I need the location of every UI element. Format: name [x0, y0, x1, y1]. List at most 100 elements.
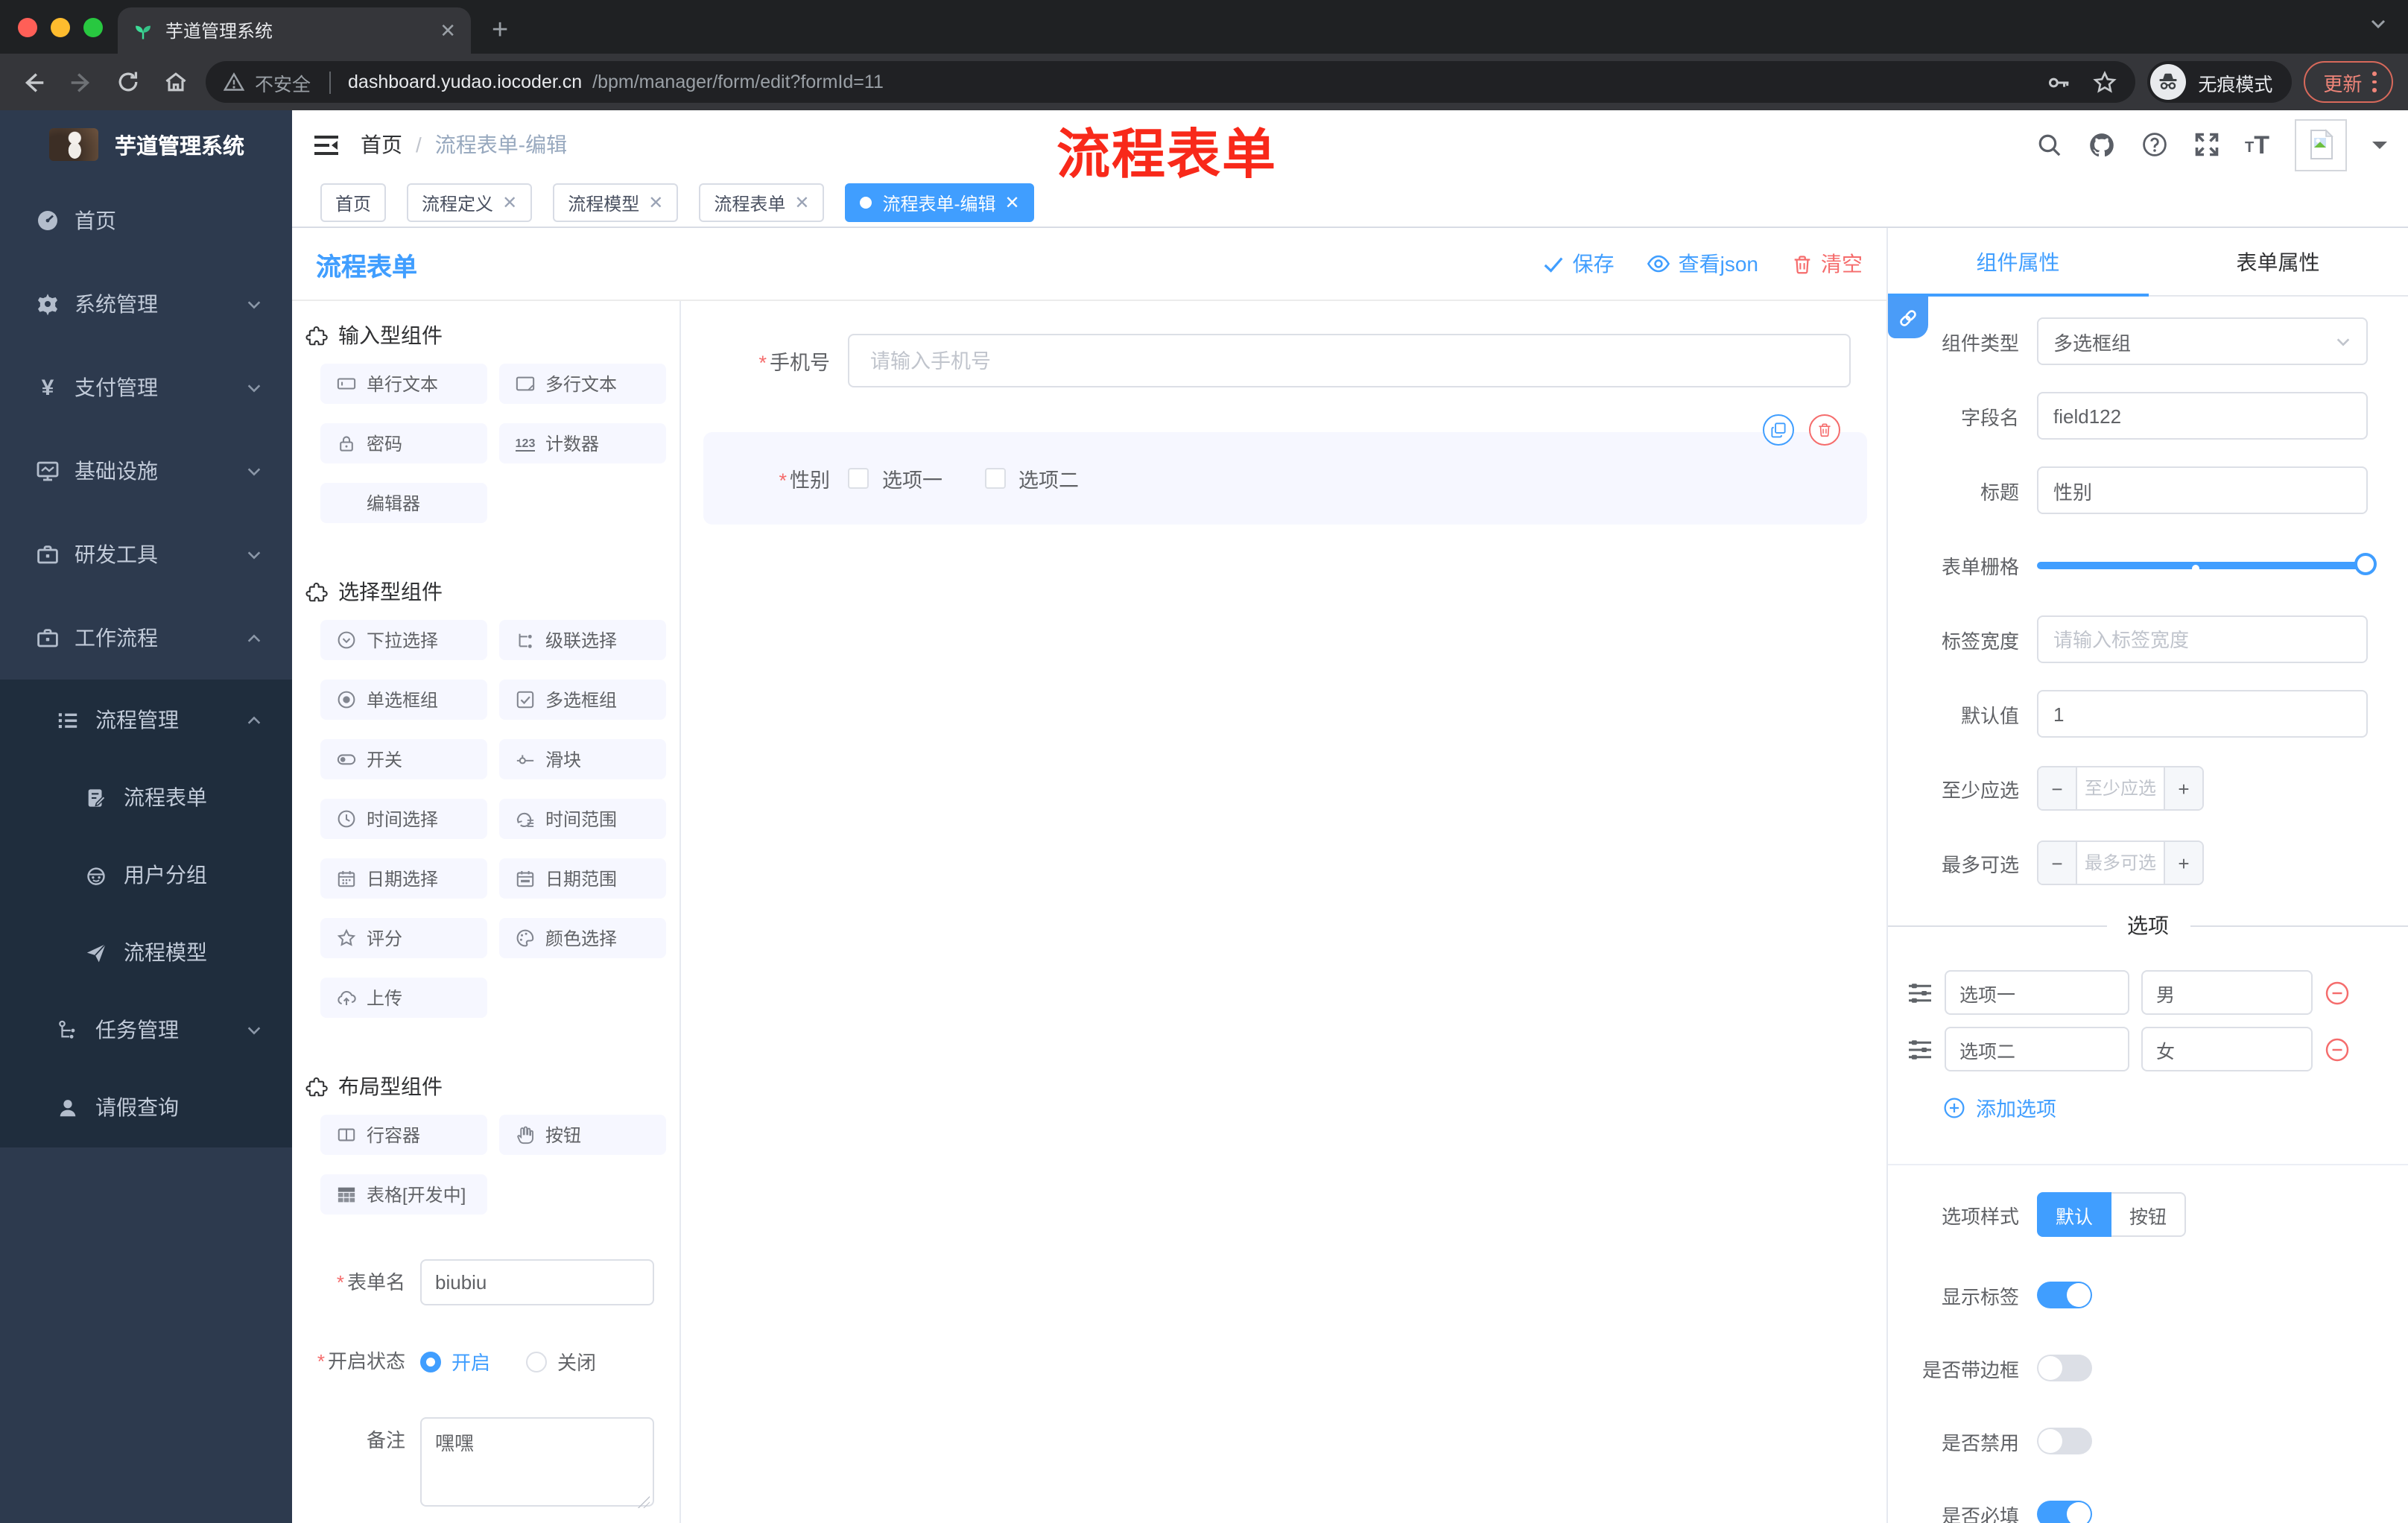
component-editor[interactable]: 编辑器	[320, 483, 487, 523]
grid-slider[interactable]	[2037, 541, 2377, 589]
component-single-line-text[interactable]: 单行文本	[320, 364, 487, 404]
view-json-button[interactable]: 查看json	[1647, 249, 1758, 279]
clear-button[interactable]: 清空	[1791, 249, 1863, 279]
browser-update-button[interactable]: 更新	[2304, 61, 2393, 103]
window-controls[interactable]	[18, 18, 103, 37]
component-counter[interactable]: 123 计数器	[499, 423, 666, 463]
new-tab-button[interactable]: +	[492, 7, 508, 54]
browser-menu-icon[interactable]	[2372, 72, 2377, 92]
font-size-icon[interactable]: TT	[2245, 132, 2269, 157]
browser-tab[interactable]: 芋道管理系统 ✕	[118, 7, 471, 54]
max-select-input[interactable]	[2077, 842, 2164, 884]
component-upload[interactable]: 上传	[320, 978, 487, 1018]
sidebar-item-process-form[interactable]: 流程表单	[0, 759, 292, 836]
field-name-input[interactable]	[2037, 392, 2368, 440]
sidebar-item-system[interactable]: 系统管理	[0, 262, 292, 346]
collapse-sidebar-icon[interactable]	[313, 133, 340, 156]
close-icon[interactable]: ✕	[502, 192, 517, 213]
component-date-range[interactable]: 日期范围	[499, 858, 666, 899]
app-logo[interactable]: 芋道管理系统	[0, 110, 292, 179]
delete-component-button[interactable]	[1809, 414, 1840, 446]
close-icon[interactable]: ✕	[1005, 192, 1020, 213]
zoom-window-button[interactable]	[83, 18, 103, 37]
sidebar-item-process-management[interactable]: 流程管理	[0, 681, 292, 759]
component-multi-line-text[interactable]: 多行文本	[499, 364, 666, 404]
sidebar-item-process-model[interactable]: 流程模型	[0, 914, 292, 991]
help-icon[interactable]	[2141, 131, 2167, 158]
link-tag-button[interactable]	[1888, 297, 1928, 338]
url-field[interactable]: 不安全 dashboard.yudao.iocoder.cn/bpm/manag…	[206, 61, 2136, 103]
sidebar-item-payment[interactable]: ¥ 支付管理	[0, 346, 292, 429]
sidebar-item-leave-query[interactable]: 请假查询	[0, 1068, 292, 1146]
style-button-button[interactable]: 按钮	[2111, 1192, 2186, 1237]
increment-button[interactable]: +	[2164, 842, 2202, 884]
fullscreen-icon[interactable]	[2193, 131, 2220, 158]
show-label-toggle[interactable]	[2037, 1282, 2092, 1308]
password-key-icon[interactable]	[2046, 69, 2071, 95]
default-value-input[interactable]	[2037, 690, 2368, 738]
user-menu-caret-icon[interactable]	[2372, 141, 2387, 156]
forward-icon[interactable]	[63, 68, 98, 96]
route-tab-process-model[interactable]: 流程模型 ✕	[553, 183, 679, 222]
option-label-input[interactable]	[1945, 1027, 2129, 1071]
slider-handle[interactable]	[2354, 553, 2377, 575]
component-type-select[interactable]: 多选框组	[2037, 317, 2368, 365]
tab-close-icon[interactable]: ✕	[440, 19, 456, 42]
component-radio-group[interactable]: 单选框组	[320, 680, 487, 720]
add-option-button[interactable]: 添加选项	[1943, 1092, 2408, 1122]
component-checkbox-group[interactable]: 多选框组	[499, 680, 666, 720]
decrement-button[interactable]: −	[2038, 842, 2077, 884]
label-width-input[interactable]	[2037, 615, 2368, 663]
drag-handle-icon[interactable]	[1907, 1038, 1933, 1060]
checkbox-option-2[interactable]: 选项二	[984, 463, 1079, 493]
border-toggle[interactable]	[2037, 1355, 2092, 1381]
component-switch[interactable]: 开关	[320, 739, 487, 779]
copy-component-button[interactable]	[1763, 414, 1794, 446]
sidebar-item-user-group[interactable]: 用户分组	[0, 836, 292, 914]
component-time-range[interactable]: 时间范围	[499, 799, 666, 839]
component-select[interactable]: 下拉选择	[320, 620, 487, 660]
disabled-toggle[interactable]	[2037, 1428, 2092, 1454]
bookmark-star-icon[interactable]	[2092, 69, 2117, 95]
component-table-dev[interactable]: 表格[开发中]	[320, 1174, 487, 1215]
back-icon[interactable]	[15, 68, 51, 96]
close-window-button[interactable]	[18, 18, 37, 37]
close-icon[interactable]: ✕	[794, 192, 809, 213]
component-row-container[interactable]: 行容器	[320, 1115, 487, 1155]
component-color-picker[interactable]: 颜色选择	[499, 918, 666, 958]
minimize-window-button[interactable]	[51, 18, 70, 37]
decrement-button[interactable]: −	[2038, 767, 2077, 809]
route-tab-process-form[interactable]: 流程表单 ✕	[699, 183, 825, 222]
form-canvas[interactable]: * 手机号 请输入手机号 * 性别 选项一 选项二	[681, 301, 1886, 1523]
gender-field-selected[interactable]: * 性别 选项一 选项二	[703, 414, 1867, 525]
avatar[interactable]	[2295, 118, 2347, 171]
close-icon[interactable]: ✕	[648, 192, 663, 213]
component-password[interactable]: 密码	[320, 423, 487, 463]
phone-field[interactable]: * 手机号	[681, 334, 1851, 387]
github-icon[interactable]	[2087, 130, 2115, 159]
checkbox-option-1[interactable]: 选项一	[848, 463, 942, 493]
sidebar-item-infrastructure[interactable]: 基础设施	[0, 429, 292, 513]
component-cascader[interactable]: 级联选择	[499, 620, 666, 660]
sidebar-item-workflow[interactable]: 工作流程	[0, 596, 292, 680]
tab-search-chevron-icon[interactable]	[2369, 15, 2387, 33]
save-button[interactable]: 保存	[1543, 249, 1615, 279]
tab-form-props[interactable]: 表单属性	[2148, 228, 2408, 295]
option-label-input[interactable]	[1945, 970, 2129, 1015]
route-tab-process-form-edit[interactable]: 流程表单-编辑 ✕	[845, 183, 1035, 222]
status-open-radio[interactable]: 开启	[420, 1347, 490, 1375]
title-input[interactable]	[2037, 466, 2368, 514]
style-default-button[interactable]: 默认	[2037, 1192, 2111, 1237]
remove-option-button[interactable]	[2325, 980, 2350, 1005]
increment-button[interactable]: +	[2164, 767, 2202, 809]
component-rate[interactable]: 评分	[320, 918, 487, 958]
component-slider[interactable]: 滑块	[499, 739, 666, 779]
option-value-input[interactable]	[2141, 970, 2313, 1015]
sidebar-item-home[interactable]: 首页	[0, 179, 292, 262]
resize-handle[interactable]	[638, 1496, 650, 1508]
form-name-input[interactable]	[420, 1259, 654, 1305]
sidebar-item-devtools[interactable]: 研发工具	[0, 513, 292, 596]
breadcrumb-home[interactable]: 首页	[361, 130, 402, 159]
slider-track[interactable]	[2037, 562, 2368, 569]
phone-input[interactable]	[848, 334, 1851, 387]
